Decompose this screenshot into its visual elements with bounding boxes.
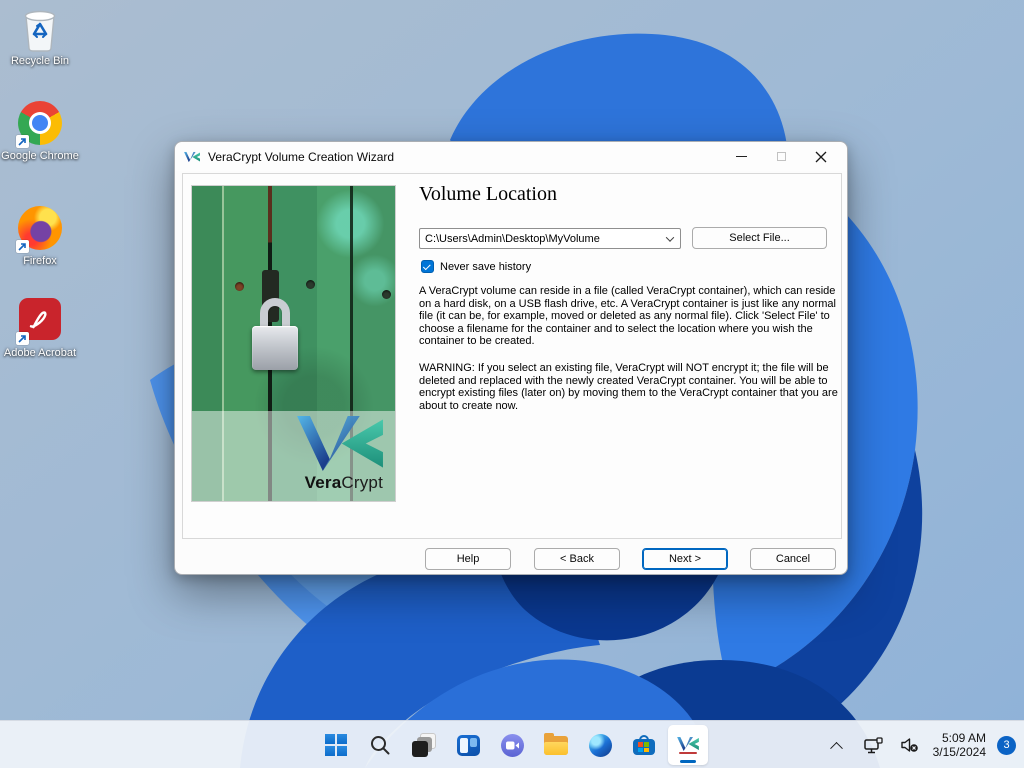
active-app-indicator [680, 760, 696, 763]
veracrypt-app-icon [184, 149, 200, 165]
tray-date: 3/15/2024 [933, 745, 986, 759]
desktop-icon-adobe-acrobat[interactable]: Adobe Acrobat [1, 296, 79, 360]
desktop-icon-recycle-bin[interactable]: Recycle Bin [1, 6, 79, 68]
maximize-button[interactable] [761, 142, 801, 171]
container-info-text: A VeraCrypt volume can reside in a file … [419, 285, 839, 348]
next-button[interactable]: Next > [642, 548, 728, 570]
minimize-button[interactable] [721, 142, 761, 171]
microsoft-store-button[interactable] [624, 725, 664, 765]
never-save-history-checkbox[interactable] [421, 260, 434, 273]
close-icon [815, 151, 827, 163]
title-bar[interactable]: VeraCrypt Volume Creation Wizard [175, 142, 847, 171]
never-save-history-row[interactable]: Never save history [421, 260, 531, 273]
desktop: Recycle Bin Google Chrome Firefox [0, 0, 1024, 768]
veracrypt-logo [297, 416, 383, 471]
minimize-icon [736, 156, 747, 158]
green-door-photo: VeraCrypt [192, 186, 395, 501]
volume-muted-icon [900, 737, 919, 753]
start-button[interactable] [316, 725, 356, 765]
windows-start-icon [325, 734, 347, 756]
edge-button[interactable] [580, 725, 620, 765]
veracrypt-taskbar-icon [677, 737, 699, 754]
wizard-side-image: VeraCrypt [191, 185, 396, 502]
tray-time: 5:09 AM [933, 731, 986, 745]
notification-badge[interactable]: 3 [997, 736, 1016, 755]
volume-tray-button[interactable] [897, 727, 923, 763]
volume-location-combobox[interactable]: C:\Users\Admin\Desktop\MyVolume [419, 228, 681, 249]
file-explorer-button[interactable] [536, 725, 576, 765]
page-title: Volume Location [419, 183, 557, 206]
taskbar: 5:09 AM 3/15/2024 3 [0, 720, 1024, 768]
hidden-icons-button[interactable] [823, 727, 851, 763]
desktop-icon-firefox[interactable]: Firefox [1, 205, 79, 268]
shortcut-arrow-icon [16, 332, 29, 345]
wizard-button-row: Help < Back Next > Cancel [175, 548, 847, 572]
chrome-icon [17, 101, 63, 147]
padlock-icon [252, 298, 298, 370]
chevron-up-icon [830, 741, 843, 754]
system-tray: 5:09 AM 3/15/2024 3 [823, 721, 1018, 768]
chat-button[interactable] [492, 725, 532, 765]
file-explorer-icon [544, 736, 568, 755]
search-icon [369, 734, 391, 756]
never-save-history-label: Never save history [440, 261, 531, 273]
veracrypt-wizard-window: VeraCrypt Volume Creation Wizard [174, 141, 848, 575]
desktop-icon-label: Adobe Acrobat [1, 347, 79, 360]
veracrypt-wordmark: VeraCrypt [305, 473, 383, 493]
shortcut-arrow-icon [16, 135, 29, 148]
maximize-icon [777, 152, 786, 161]
veracrypt-brand-overlay: VeraCrypt [192, 411, 395, 501]
firefox-icon [17, 206, 63, 252]
clock[interactable]: 5:09 AM 3/15/2024 [933, 731, 986, 759]
desktop-icon-label: Recycle Bin [1, 55, 79, 68]
select-file-button[interactable]: Select File... [692, 227, 827, 249]
acrobat-icon [17, 298, 63, 344]
widgets-button[interactable] [448, 725, 488, 765]
close-button[interactable] [801, 142, 841, 171]
task-view-button[interactable] [404, 725, 444, 765]
microsoft-store-icon [633, 735, 655, 755]
chat-icon [501, 734, 524, 757]
checkmark-icon [423, 262, 431, 270]
task-view-icon [412, 733, 436, 757]
desktop-icon-label: Google Chrome [1, 150, 79, 163]
network-tray-button[interactable] [861, 727, 887, 763]
help-button[interactable]: Help [425, 548, 511, 570]
veracrypt-taskbar-button[interactable] [668, 725, 708, 765]
window-title: VeraCrypt Volume Creation Wizard [208, 150, 394, 164]
volume-location-value[interactable]: C:\Users\Admin\Desktop\MyVolume [420, 233, 660, 245]
widgets-icon [457, 735, 480, 756]
edge-icon [589, 734, 612, 757]
shortcut-arrow-icon [16, 240, 29, 253]
desktop-icon-label: Firefox [1, 255, 79, 268]
wizard-page-panel: VeraCrypt Volume Location C:\Users\Admin… [182, 173, 842, 539]
chevron-down-icon [666, 233, 674, 241]
desktop-icon-google-chrome[interactable]: Google Chrome [1, 100, 79, 163]
combobox-dropdown-button[interactable] [660, 229, 680, 248]
back-button[interactable]: < Back [534, 548, 620, 570]
warning-text: WARNING: If you select an existing file,… [419, 362, 839, 412]
recycle-bin-icon [17, 6, 63, 52]
cancel-button[interactable]: Cancel [750, 548, 836, 570]
search-button[interactable] [360, 725, 400, 765]
network-icon [864, 737, 883, 754]
